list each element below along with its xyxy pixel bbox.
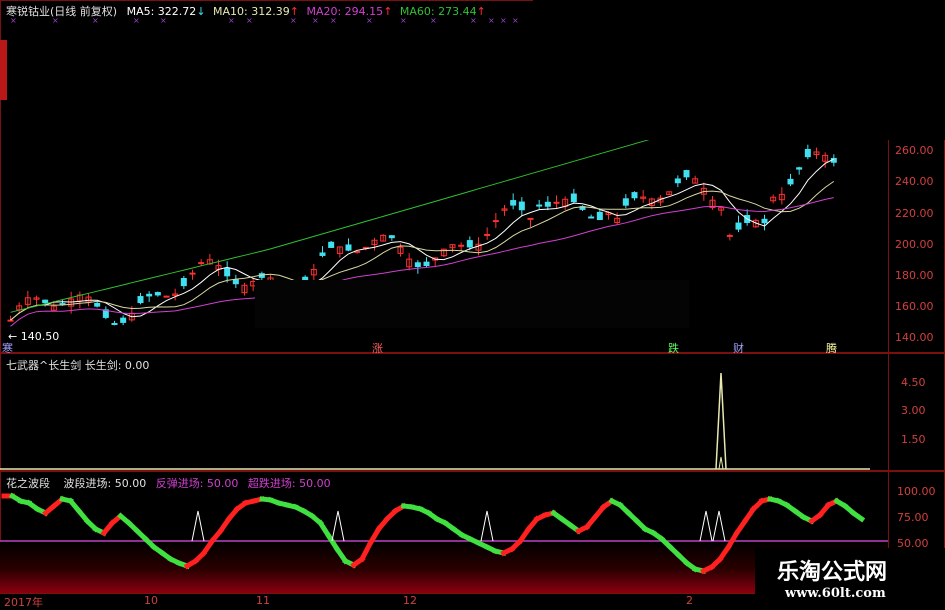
- watermark-title: 乐淘公式网: [777, 560, 888, 585]
- indicator-2-item-rebound: 反弹进场: 50.00: [155, 477, 239, 490]
- watermark-url: www.60lt.com: [785, 586, 886, 601]
- entry-signal-icon: [331, 510, 345, 542]
- entry-signal-icon: [712, 510, 726, 542]
- candle-body: [622, 198, 629, 206]
- indicator-2-header: 花之波段 波段进场: 50.00 反弹进场: 50.00 超跌进场: 50.00: [6, 475, 331, 491]
- candle-body: [466, 240, 473, 248]
- candle-body: [7, 319, 14, 322]
- candle-body: [674, 178, 681, 184]
- x-tick: 2017年: [4, 596, 43, 609]
- price-tick: 220.00: [895, 207, 934, 220]
- candle-body: [510, 200, 517, 206]
- candle-body: [484, 233, 491, 236]
- candle-body: [42, 299, 49, 304]
- indicator-1-y-axis: 4.50 3.00 1.50: [888, 353, 945, 471]
- entry-signal-icon: [480, 510, 494, 542]
- candle-body: [804, 148, 811, 158]
- candle-body: [180, 277, 187, 287]
- candle-body: [154, 292, 161, 296]
- candle-body: [345, 244, 352, 251]
- candle-body: [189, 272, 196, 275]
- watermark-box: 乐淘公式网 www.60lt.com: [755, 548, 945, 609]
- indicator-2-item-oversold: 超跌进场: 50.00: [247, 477, 331, 490]
- candle-body: [492, 220, 499, 223]
- indicator-1-chart: [0, 372, 870, 470]
- candle-body: [796, 167, 803, 170]
- candle-body: [94, 302, 101, 307]
- ind1-tick: 3.00: [901, 404, 926, 417]
- ind1-tick: 1.50: [901, 433, 926, 446]
- price-tick: 240.00: [895, 175, 934, 188]
- candle-body: [232, 279, 239, 285]
- candle-body: [518, 201, 525, 211]
- candle-body: [319, 252, 326, 256]
- candle-body: [570, 193, 577, 203]
- candle-body: [137, 296, 144, 304]
- candle-body: [544, 201, 551, 207]
- candle-body: [683, 170, 690, 178]
- candle-body: [787, 178, 794, 185]
- candle-body: [761, 218, 768, 224]
- entry-signal-icon: [699, 510, 713, 542]
- candle-body: [388, 235, 395, 239]
- candle-body: [224, 267, 231, 277]
- candle-body: [328, 241, 335, 248]
- x-tick: 12: [403, 594, 417, 607]
- ind2-tick: 100.00: [897, 485, 936, 498]
- indicator-1-spike-base: [718, 456, 724, 470]
- price-tick: 260.00: [895, 144, 934, 157]
- indicator-2-title: 花之波段: [6, 477, 50, 490]
- wave-segment: [849, 509, 866, 523]
- x-tick: 2: [686, 594, 693, 607]
- candle-body: [527, 217, 534, 220]
- x-tick: 10: [144, 594, 158, 607]
- low-price-marker: ← 140.50: [8, 330, 60, 343]
- candle-body: [414, 262, 421, 268]
- candle-body: [423, 261, 430, 267]
- candle-body: [726, 234, 733, 237]
- redacted-block-mid: [255, 280, 689, 328]
- candle-body: [735, 222, 742, 230]
- price-tick: 180.00: [895, 269, 934, 282]
- candle-body: [596, 211, 603, 221]
- ind1-tick: 4.50: [901, 376, 926, 389]
- entry-signal-icon: [191, 510, 205, 542]
- indicator-2-item-wave: 波段进场: 50.00: [63, 477, 147, 490]
- candle-body: [553, 201, 560, 204]
- price-y-axis: 260.00 240.00 220.00 200.00 180.00 160.0…: [888, 140, 945, 353]
- candle-body: [120, 317, 127, 323]
- price-tick: 140.00: [895, 331, 934, 344]
- candle-body: [163, 295, 170, 298]
- price-tick: 200.00: [895, 238, 934, 251]
- indicator-1-spike: [715, 372, 727, 470]
- candle-body: [588, 216, 595, 219]
- candle-body: [146, 293, 153, 297]
- ind2-tick: 75.00: [897, 511, 929, 524]
- candle-body: [631, 192, 638, 199]
- candle-body: [111, 322, 118, 325]
- candle-body: [198, 262, 205, 265]
- candle-body: [536, 204, 543, 207]
- x-tick: 11: [256, 594, 270, 607]
- price-tick: 160.00: [895, 300, 934, 313]
- candle-body: [458, 244, 465, 247]
- redacted-block-top: [533, 0, 945, 140]
